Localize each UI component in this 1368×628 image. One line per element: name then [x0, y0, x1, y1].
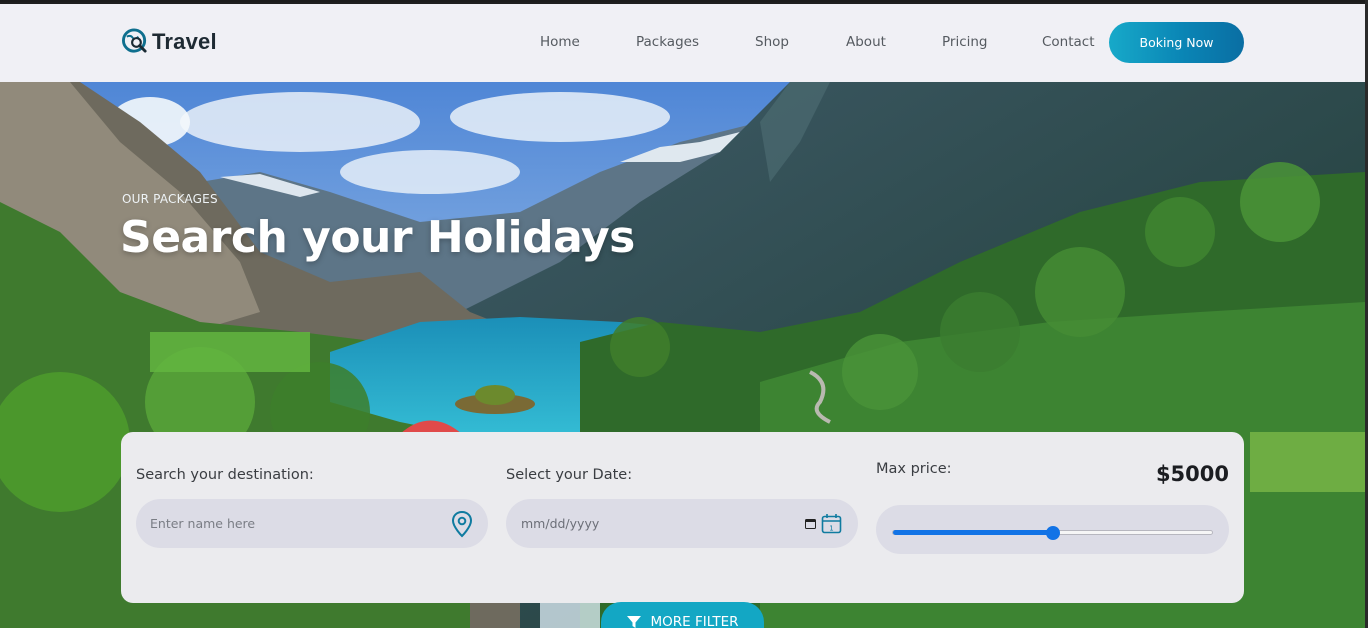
funnel-icon	[627, 616, 642, 628]
booking-now-button[interactable]: Boking Now	[1109, 22, 1244, 63]
more-filter-label: MORE FILTER	[650, 614, 739, 628]
more-filter-button[interactable]: MORE FILTER	[601, 602, 764, 628]
browser-viewport: Travel Home Packages Shop About Pricing …	[0, 0, 1365, 628]
date-controls: 1	[805, 513, 842, 535]
calendar-icon: 1	[821, 513, 842, 533]
date-field[interactable]: mm/dd/yyyy 1	[506, 499, 858, 548]
price-slider-track[interactable]	[892, 526, 1213, 540]
max-price-value: $5000	[1155, 462, 1229, 486]
nav-about[interactable]: About	[846, 34, 886, 50]
date-input[interactable]: mm/dd/yyyy	[521, 516, 599, 531]
price-slider-field	[876, 505, 1229, 554]
destination-field[interactable]	[136, 499, 488, 548]
location-pin-icon	[451, 510, 473, 537]
date-label: Select your Date:	[506, 467, 633, 483]
hero-section: OUR PACKAGES Search your Holidays Search…	[0, 82, 1365, 628]
nav-pricing[interactable]: Pricing	[942, 34, 988, 50]
nav-packages[interactable]: Packages	[636, 34, 699, 50]
price-slider-thumb[interactable]	[1045, 526, 1060, 540]
search-panel: Search your destination: Select your Dat…	[121, 432, 1244, 603]
price-slider-fill	[893, 530, 1053, 535]
destination-input[interactable]	[150, 499, 450, 548]
hero-title: Search your Holidays	[120, 212, 635, 263]
nav-contact[interactable]: Contact	[1042, 34, 1095, 50]
svg-text:1: 1	[829, 524, 833, 532]
hero-eyebrow: OUR PACKAGES	[122, 192, 218, 206]
site-header: Travel Home Packages Shop About Pricing …	[0, 4, 1365, 82]
max-price-label: Max price:	[876, 461, 952, 477]
nav-home[interactable]: Home	[540, 34, 580, 50]
date-picker-icon[interactable]	[805, 518, 816, 529]
nav-shop[interactable]: Shop	[755, 34, 789, 50]
destination-label: Search your destination:	[136, 467, 314, 483]
